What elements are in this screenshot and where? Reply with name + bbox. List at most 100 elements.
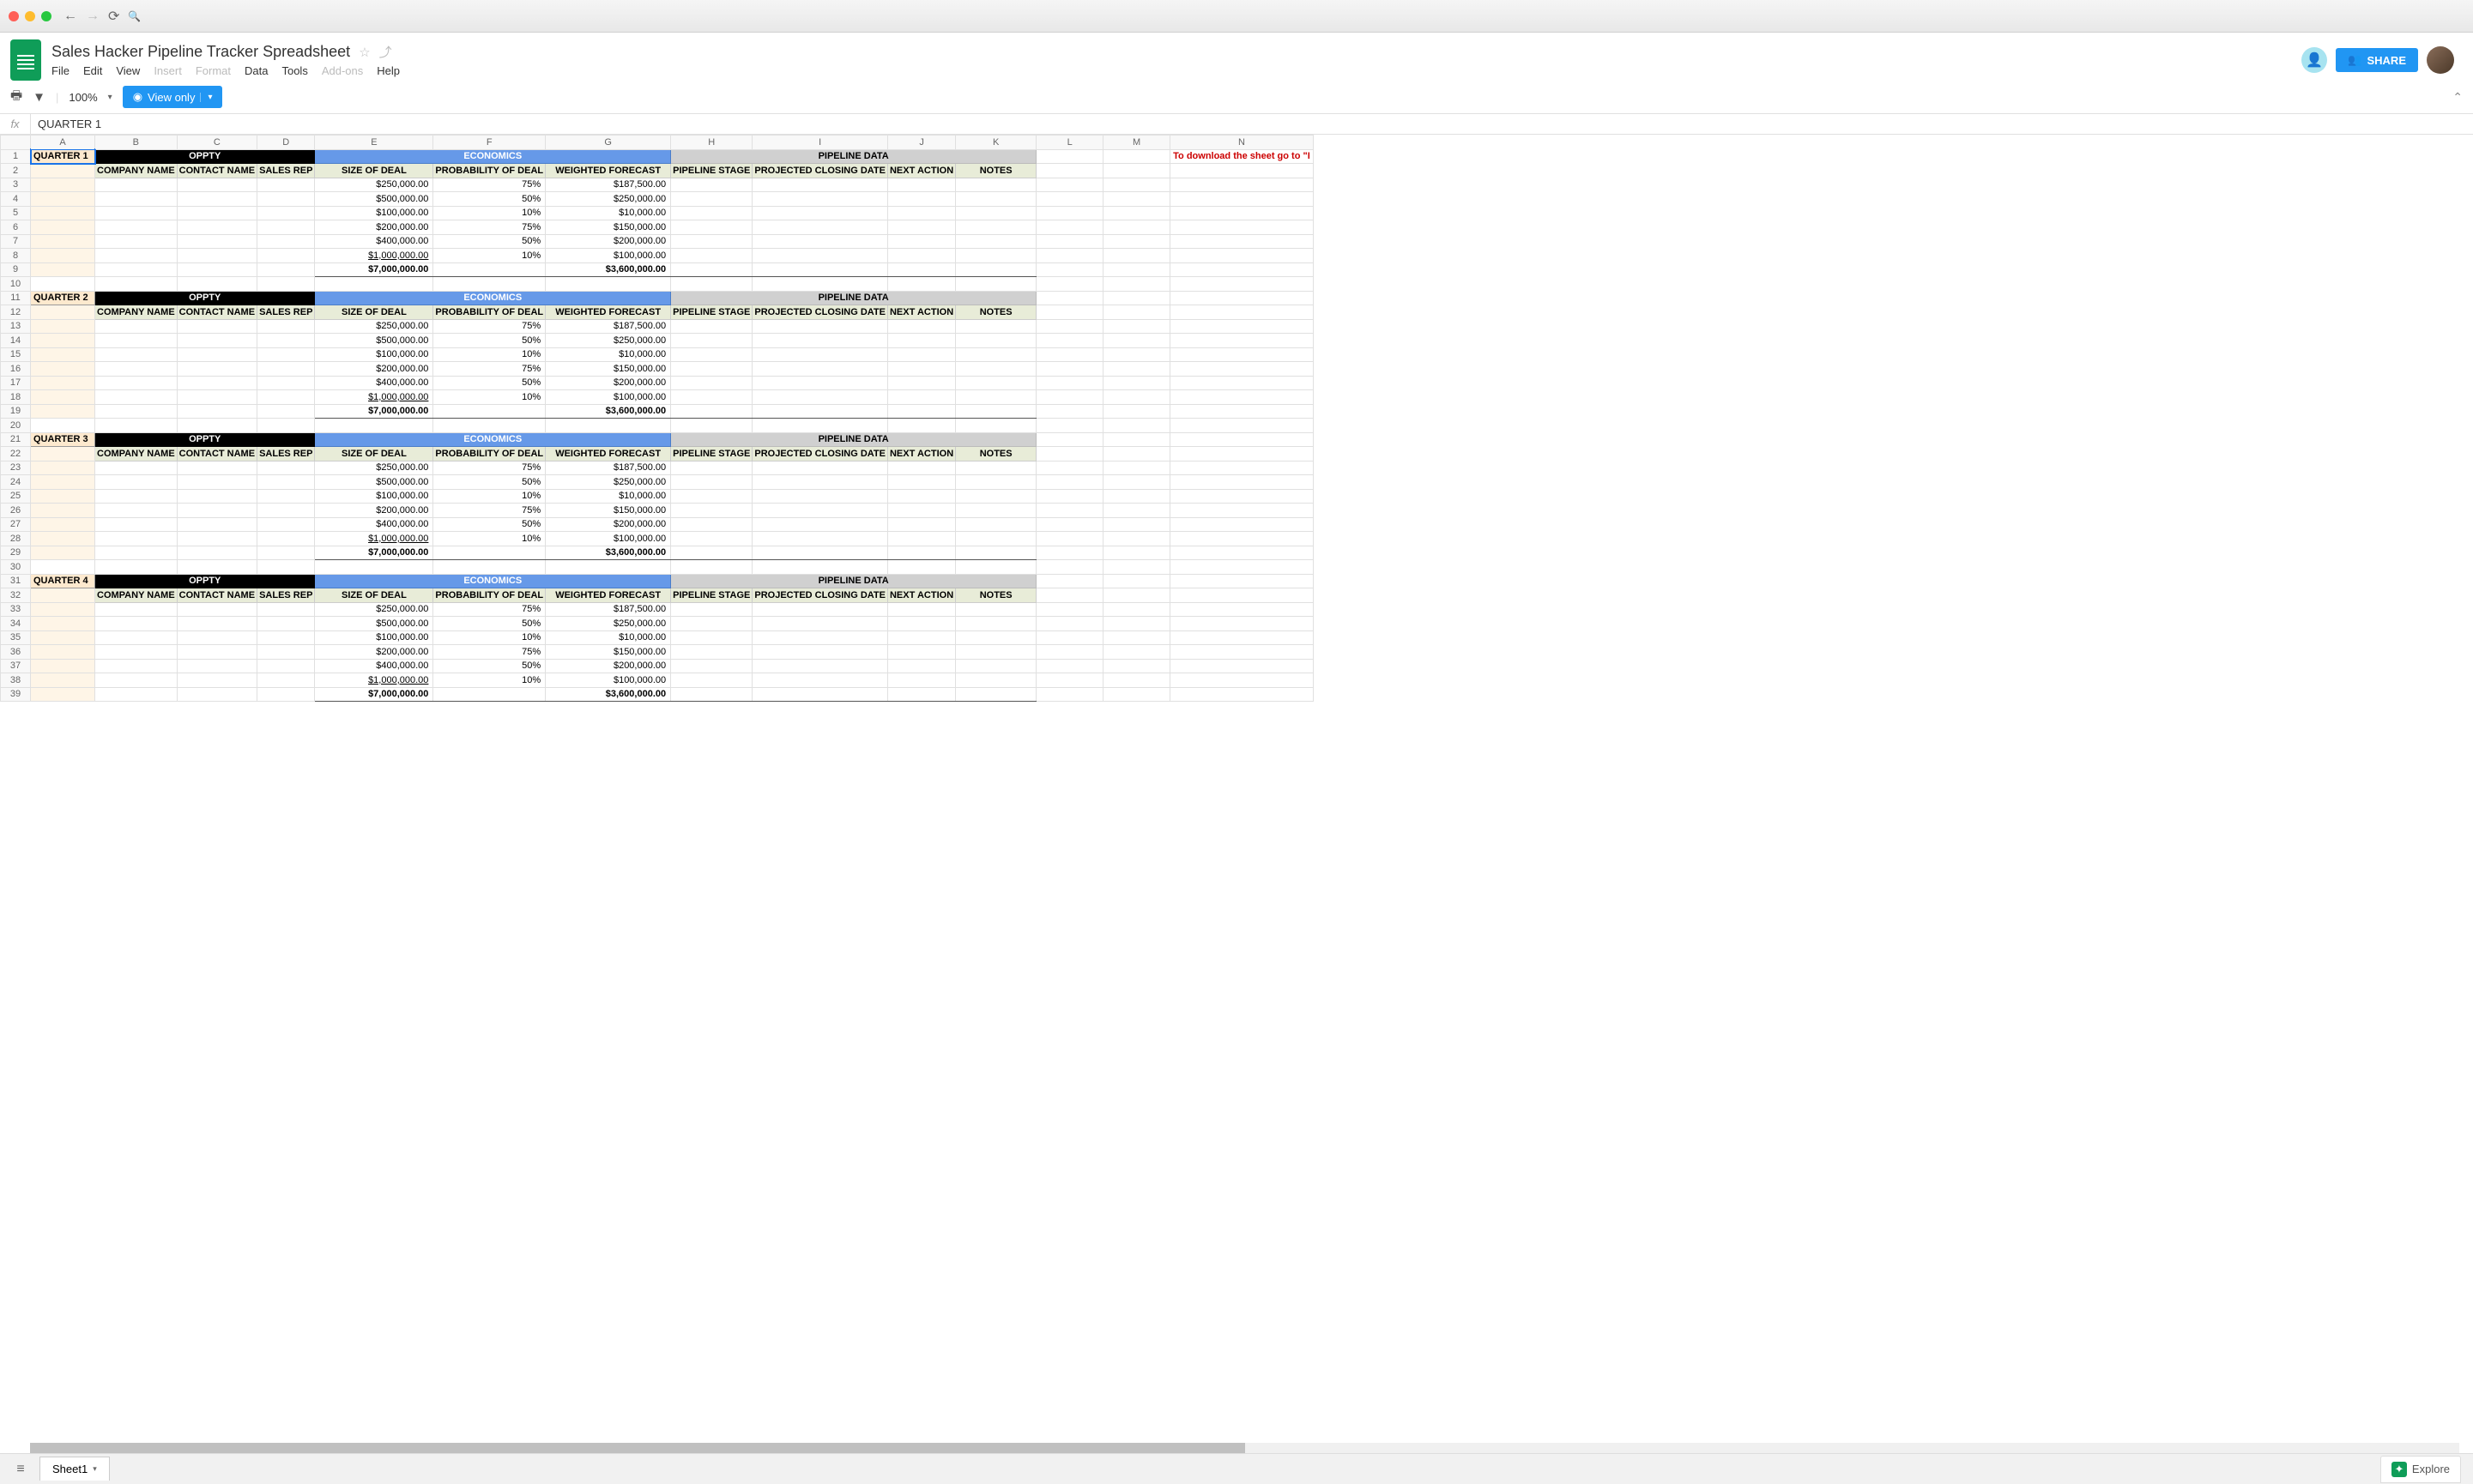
cell[interactable] — [177, 390, 257, 405]
cell[interactable]: 75% — [433, 220, 546, 235]
total-size[interactable]: $7,000,000.00 — [315, 404, 433, 419]
cell[interactable] — [671, 277, 753, 292]
cell[interactable]: $100,000.00 — [546, 673, 671, 688]
row-header[interactable]: 32 — [1, 588, 31, 603]
cell[interactable] — [257, 220, 315, 235]
cell[interactable] — [753, 249, 888, 263]
cell[interactable] — [1103, 560, 1170, 575]
cell[interactable] — [1170, 291, 1314, 305]
cell[interactable]: $200,000.00 — [315, 504, 433, 518]
subhdr-prob[interactable]: PROBABILITY OF DEAL — [433, 305, 546, 320]
cell[interactable] — [95, 687, 178, 702]
cell[interactable] — [887, 319, 955, 334]
cell[interactable] — [671, 560, 753, 575]
cell[interactable] — [1103, 192, 1170, 207]
cell[interactable]: $200,000.00 — [546, 517, 671, 532]
cell[interactable] — [95, 461, 178, 475]
cell[interactable]: 50% — [433, 659, 546, 673]
cell[interactable] — [1170, 504, 1314, 518]
cell[interactable] — [956, 504, 1037, 518]
cell[interactable] — [31, 376, 95, 390]
cell[interactable] — [1037, 249, 1103, 263]
cell[interactable]: 75% — [433, 178, 546, 192]
cell[interactable] — [31, 532, 95, 546]
section-pipeline[interactable]: PIPELINE DATA — [671, 291, 1037, 305]
menu-tools[interactable]: Tools — [281, 64, 307, 77]
cell[interactable] — [1103, 432, 1170, 447]
cell[interactable] — [753, 178, 888, 192]
subhdr-forecast[interactable]: WEIGHTED FORECAST — [546, 305, 671, 320]
download-note[interactable]: To download the sheet go to "I — [1170, 149, 1314, 164]
cell[interactable] — [753, 206, 888, 220]
section-oppty[interactable]: OPPTY — [95, 574, 315, 588]
cell[interactable] — [887, 461, 955, 475]
cell[interactable] — [95, 617, 178, 631]
section-economics[interactable]: ECONOMICS — [315, 149, 671, 164]
cell[interactable]: $250,000.00 — [315, 602, 433, 617]
cell[interactable]: $250,000.00 — [546, 192, 671, 207]
cell[interactable]: $250,000.00 — [315, 319, 433, 334]
row-header[interactable]: 34 — [1, 617, 31, 631]
total-size[interactable]: $7,000,000.00 — [315, 546, 433, 560]
cell[interactable]: $500,000.00 — [315, 334, 433, 348]
cell[interactable] — [1037, 560, 1103, 575]
cell[interactable] — [177, 178, 257, 192]
cell[interactable] — [31, 319, 95, 334]
cell[interactable] — [671, 602, 753, 617]
cell[interactable] — [671, 319, 753, 334]
cell[interactable] — [257, 687, 315, 702]
subhdr-next[interactable]: NEXT ACTION — [887, 164, 955, 178]
cell[interactable] — [753, 376, 888, 390]
subhdr-contact[interactable]: CONTACT NAME — [177, 447, 257, 461]
cell[interactable] — [956, 178, 1037, 192]
cell[interactable] — [887, 517, 955, 532]
cell[interactable]: $187,500.00 — [546, 178, 671, 192]
cell[interactable] — [31, 334, 95, 348]
cell[interactable] — [1103, 504, 1170, 518]
subhdr-stage[interactable]: PIPELINE STAGE — [671, 588, 753, 603]
row-header[interactable]: 35 — [1, 630, 31, 645]
cell[interactable] — [95, 234, 178, 249]
cell[interactable] — [31, 262, 95, 277]
document-title[interactable]: Sales Hacker Pipeline Tracker Spreadshee… — [51, 43, 350, 61]
cell[interactable] — [956, 347, 1037, 362]
cell[interactable]: $200,000.00 — [546, 234, 671, 249]
cell[interactable] — [177, 475, 257, 490]
row-header[interactable]: 24 — [1, 475, 31, 490]
cell[interactable] — [31, 249, 95, 263]
cell[interactable] — [177, 659, 257, 673]
cell[interactable] — [1170, 574, 1314, 588]
cell[interactable] — [1037, 461, 1103, 475]
cell[interactable] — [1103, 617, 1170, 631]
cell[interactable] — [315, 419, 433, 433]
cell[interactable] — [257, 234, 315, 249]
cell[interactable] — [31, 404, 95, 419]
subhdr-notes[interactable]: NOTES — [956, 305, 1037, 320]
cell[interactable] — [433, 419, 546, 433]
total-size[interactable]: $7,000,000.00 — [315, 687, 433, 702]
row-header[interactable]: 30 — [1, 560, 31, 575]
cell[interactable] — [177, 617, 257, 631]
cell[interactable] — [1103, 164, 1170, 178]
cell[interactable] — [753, 673, 888, 688]
cell[interactable] — [177, 645, 257, 660]
cell[interactable] — [95, 419, 178, 433]
cell[interactable] — [1037, 305, 1103, 320]
col-header[interactable]: A — [31, 136, 95, 150]
section-oppty[interactable]: OPPTY — [95, 432, 315, 447]
section-pipeline[interactable]: PIPELINE DATA — [671, 432, 1037, 447]
reload-icon[interactable]: ⟳ — [108, 8, 119, 25]
cell[interactable] — [671, 517, 753, 532]
cell[interactable] — [95, 390, 178, 405]
formula-input[interactable]: QUARTER 1 — [31, 118, 101, 130]
cell[interactable] — [956, 461, 1037, 475]
cell[interactable] — [95, 532, 178, 546]
cell[interactable] — [1037, 504, 1103, 518]
cell[interactable]: $150,000.00 — [546, 504, 671, 518]
cell[interactable] — [95, 475, 178, 490]
cell[interactable] — [546, 419, 671, 433]
cell[interactable] — [31, 178, 95, 192]
cell[interactable]: 10% — [433, 532, 546, 546]
cell[interactable] — [753, 560, 888, 575]
cell[interactable] — [956, 234, 1037, 249]
